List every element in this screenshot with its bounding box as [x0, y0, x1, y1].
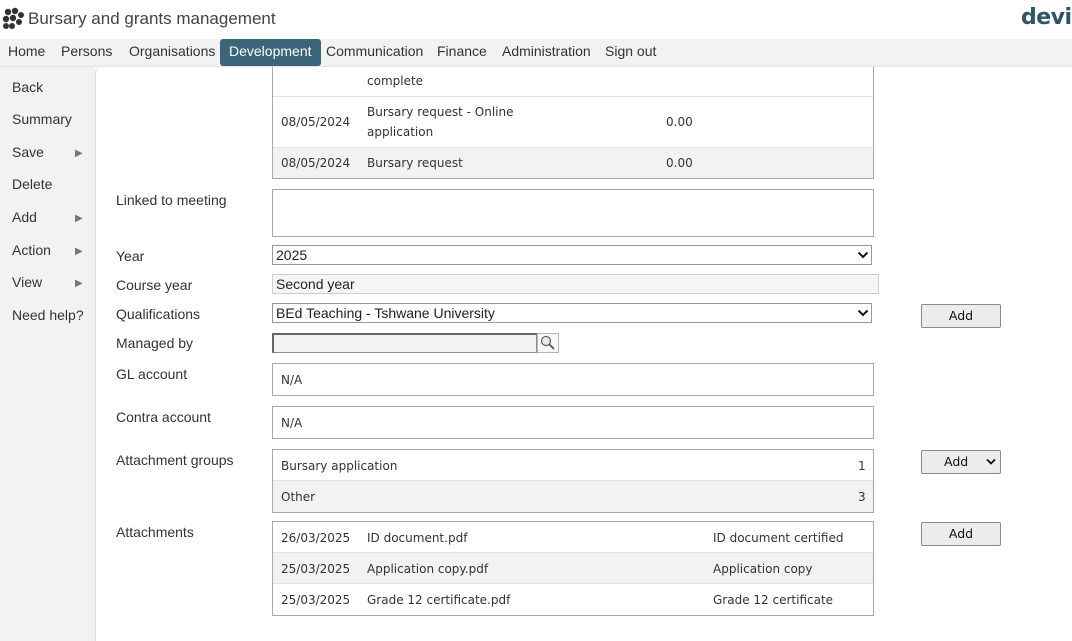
chevron-right-icon[interactable]: ▶ [75, 213, 83, 224]
table-row[interactable]: 26/03/2025 ID document.pdf ID document c… [273, 522, 873, 553]
nav-development[interactable]: Development [220, 39, 321, 66]
top-nav: Home Persons Organisations Development C… [0, 39, 1072, 67]
add-attachment-group-label: Add [944, 454, 969, 469]
app-header: Bursary and grants management devi [0, 0, 1072, 39]
table-row[interactable]: 25/03/2025 Application copy.pdf Applicat… [273, 553, 873, 584]
attachment-group-name: Bursary application [281, 459, 398, 473]
attachment-group-count: 1 [858, 459, 866, 473]
table-row[interactable]: 08/05/2024 Bursary request - Online appl… [273, 97, 873, 148]
attachments-label: Attachments [116, 524, 194, 540]
history-description: Bursary request [367, 156, 463, 170]
year-label: Year [116, 248, 145, 264]
attachment-type: Application copy [713, 562, 813, 576]
app-title: Bursary and grants management [28, 9, 276, 28]
table-row[interactable]: complete [273, 67, 873, 97]
add-attachment-group-select[interactable]: Add [921, 450, 1001, 474]
sidebar-item-need-help[interactable]: Need help? [12, 307, 84, 323]
chevron-right-icon[interactable]: ▶ [75, 246, 83, 257]
table-row[interactable]: 08/05/2024 Bursary request 0.00 [273, 148, 873, 178]
sidebar-item-view[interactable]: View [12, 274, 42, 290]
managed-by-label: Managed by [116, 335, 194, 351]
app-logo-icon [2, 7, 24, 29]
history-table: complete 08/05/2024 Bursary request - On… [272, 67, 874, 179]
attachment-type: Grade 12 certificate [713, 593, 834, 607]
linked-meeting-field[interactable] [272, 189, 874, 237]
contra-account-field[interactable]: N/A [272, 406, 874, 439]
sidebar-item-back[interactable]: Back [12, 79, 43, 95]
course-year-label: Course year [116, 277, 193, 293]
attachment-file: Application copy.pdf [367, 562, 489, 576]
attachment-groups-list: Bursary application 1 Other 3 [272, 449, 874, 513]
history-amount: 0.00 [666, 156, 693, 170]
attachment-groups-label: Attachment groups [116, 452, 234, 468]
linked-meeting-label: Linked to meeting [116, 192, 227, 208]
gl-account-value: N/A [281, 373, 303, 387]
attachment-group-count: 3 [858, 490, 866, 504]
add-attachment-button[interactable]: Add [921, 522, 1001, 546]
attachment-date: 25/03/2025 [281, 562, 351, 576]
qualifications-label: Qualifications [116, 306, 201, 322]
year-select[interactable]: 2025 [272, 245, 872, 265]
nav-persons[interactable]: Persons [61, 39, 112, 66]
nav-home[interactable]: Home [8, 39, 45, 66]
history-date: 08/05/2024 [281, 156, 351, 170]
nav-communication[interactable]: Communication [326, 39, 423, 66]
managed-by-search-button[interactable] [537, 333, 559, 353]
sidebar-item-delete[interactable]: Delete [12, 176, 52, 192]
chevron-right-icon[interactable]: ▶ [75, 148, 83, 159]
contra-account-value: N/A [281, 416, 303, 430]
attachment-date: 25/03/2025 [281, 593, 351, 607]
course-year-value: Second year [272, 274, 879, 294]
sidebar-item-summary[interactable]: Summary [12, 111, 72, 127]
history-amount: 0.00 [666, 115, 693, 129]
brand-logo: devi [1021, 5, 1072, 30]
attachment-file: Grade 12 certificate.pdf [367, 593, 511, 607]
history-description: Bursary request - Online [367, 105, 514, 119]
year-value: 2025 [276, 247, 308, 263]
attachments-table: 26/03/2025 ID document.pdf ID document c… [272, 521, 874, 616]
gl-account-field[interactable]: N/A [272, 363, 874, 396]
sidebar-item-save[interactable]: Save [12, 144, 44, 160]
qualifications-value: BEd Teaching - Tshwane University [276, 305, 495, 321]
list-item[interactable]: Other 3 [273, 481, 873, 512]
history-description-line2: application [367, 125, 434, 139]
attachment-file: ID document.pdf [367, 531, 468, 545]
attachment-group-name: Other [281, 490, 316, 504]
history-description: complete [367, 74, 424, 88]
sidebar-item-action[interactable]: Action [12, 242, 51, 258]
add-qualification-button[interactable]: Add [921, 304, 1001, 328]
nav-organisations[interactable]: Organisations [129, 39, 215, 66]
gl-account-label: GL account [116, 366, 188, 382]
nav-sign-out[interactable]: Sign out [605, 39, 656, 66]
chevron-down-icon [857, 309, 869, 317]
chevron-down-icon [857, 251, 869, 259]
chevron-right-icon[interactable]: ▶ [75, 278, 83, 289]
table-row[interactable]: 25/03/2025 Grade 12 certificate.pdf Grad… [273, 584, 873, 615]
attachment-date: 26/03/2025 [281, 531, 351, 545]
managed-by-input[interactable] [272, 333, 537, 353]
search-icon [540, 335, 555, 350]
sidebar-item-add[interactable]: Add [12, 209, 37, 225]
history-date: 08/05/2024 [281, 115, 351, 129]
list-item[interactable]: Bursary application 1 [273, 450, 873, 481]
nav-finance[interactable]: Finance [437, 39, 487, 66]
chevron-down-icon [986, 458, 996, 465]
qualifications-select[interactable]: BEd Teaching - Tshwane University [272, 303, 872, 323]
contra-account-label: Contra account [116, 409, 211, 425]
nav-administration[interactable]: Administration [502, 39, 591, 66]
attachment-type: ID document certified [713, 531, 844, 545]
